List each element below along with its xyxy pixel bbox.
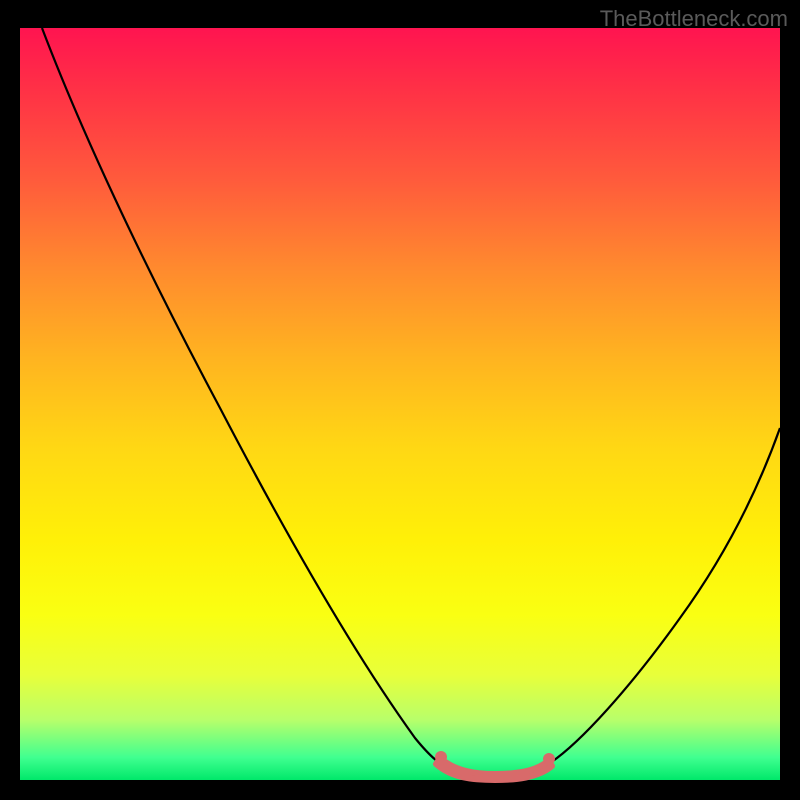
chart-plot-area bbox=[20, 28, 780, 780]
marker-right-dot bbox=[543, 753, 555, 765]
curve-right-path bbox=[550, 428, 780, 763]
curve-left-path bbox=[42, 28, 445, 766]
bottom-band-path bbox=[436, 758, 552, 780]
marker-left-dot bbox=[435, 751, 447, 763]
watermark-text: TheBottleneck.com bbox=[600, 6, 788, 32]
chart-svg bbox=[20, 28, 780, 780]
